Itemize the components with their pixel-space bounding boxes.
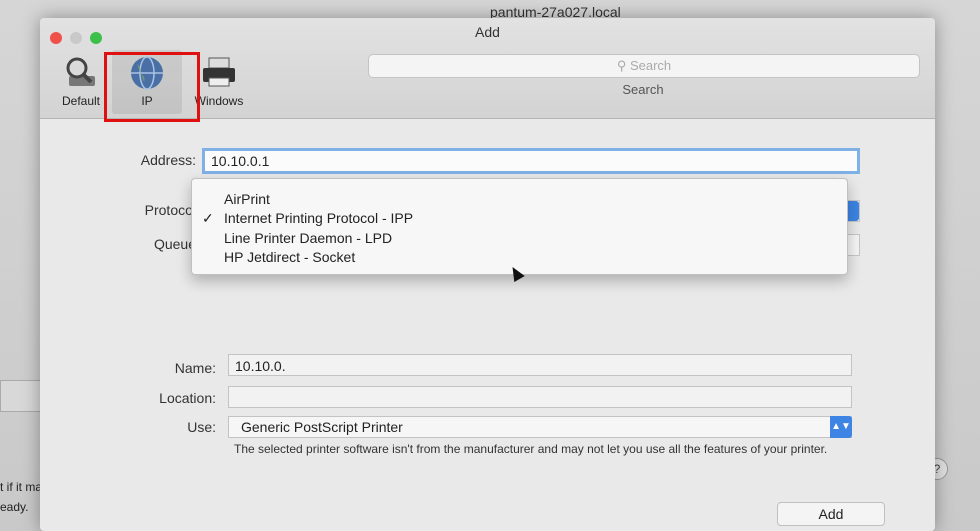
search-caption: Search xyxy=(622,82,664,97)
menu-item-airprint[interactable]: AirPrint xyxy=(192,190,847,209)
location-input[interactable] xyxy=(228,386,852,408)
menu-item-label: HP Jetdirect - Socket xyxy=(224,249,356,265)
menu-item-lpd[interactable]: Line Printer Daemon - LPD xyxy=(192,229,847,248)
use-label: Use: xyxy=(187,419,216,435)
magnifier-printer-icon xyxy=(61,54,101,97)
ip-tab-highlight xyxy=(104,52,200,122)
name-input[interactable]: 10.10.0. xyxy=(228,354,852,376)
address-label: Address: xyxy=(140,152,196,168)
menu-item-label: AirPrint xyxy=(224,191,270,207)
add-button[interactable]: Add xyxy=(777,502,885,526)
menu-item-label: Line Printer Daemon - LPD xyxy=(224,230,393,246)
search-icon: ⚲ xyxy=(616,58,627,73)
background-text-2: eady. xyxy=(0,500,29,514)
dialog-toolbar: Add Default IP Windows ⚲ Search Search xyxy=(40,18,935,122)
driver-warning-text: The selected printer software isn't from… xyxy=(234,442,828,456)
protocol-menu: AirPrint ✓ Internet Printing Protocol - … xyxy=(191,178,848,275)
add-printer-dialog: Add Default IP Windows ⚲ Search Search A… xyxy=(40,18,935,531)
address-input[interactable]: 10.10.0.1 xyxy=(202,148,860,174)
search-placeholder: Search xyxy=(629,58,672,73)
queue-label: Queue xyxy=(153,236,196,252)
checkmark-icon: ✓ xyxy=(202,210,214,226)
use-popup-value: Generic PostScript Printer xyxy=(241,419,403,435)
chevron-updown-icon: ▲▼ xyxy=(830,416,852,438)
location-label: Location: xyxy=(159,390,216,406)
dialog-title: Add xyxy=(475,24,500,40)
name-label: Name: xyxy=(174,360,216,376)
printer-icon xyxy=(199,54,239,95)
menu-item-label: Internet Printing Protocol - IPP xyxy=(224,210,414,226)
protocol-label: Protocol xyxy=(144,202,196,218)
use-popup[interactable]: Generic PostScript Printer ▲▼ xyxy=(228,416,852,438)
menu-item-ipp[interactable]: ✓ Internet Printing Protocol - IPP xyxy=(192,209,847,228)
search-input[interactable]: ⚲ Search xyxy=(368,54,920,78)
menu-item-socket[interactable]: HP Jetdirect - Socket xyxy=(192,248,847,267)
